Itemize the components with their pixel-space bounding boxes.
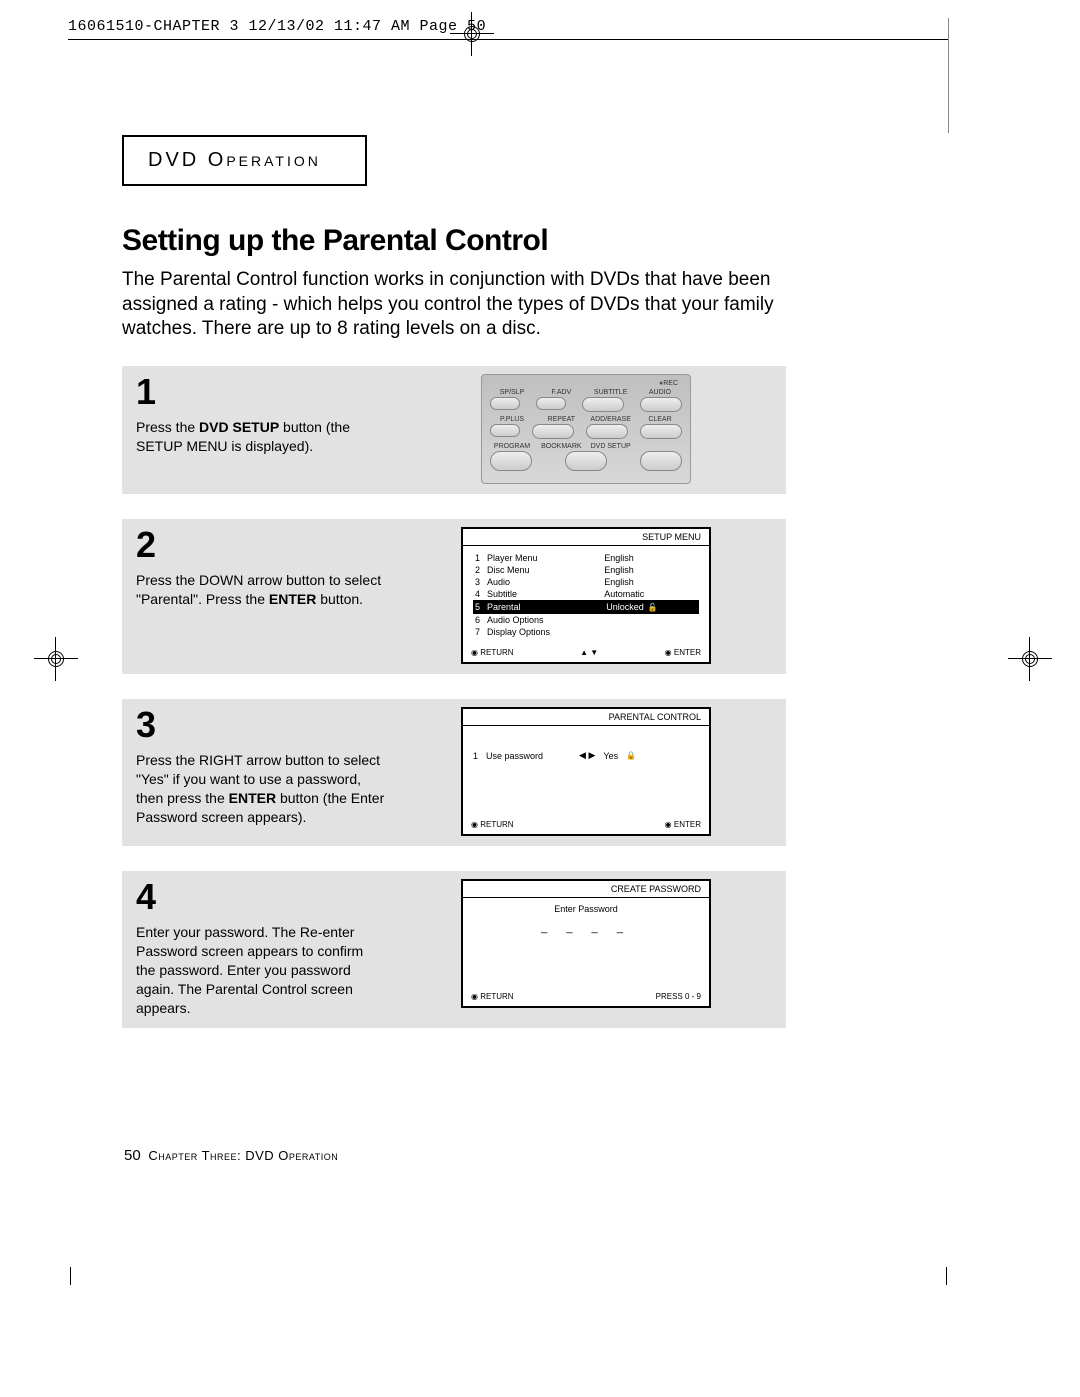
trim-line (948, 18, 949, 133)
screen-title: CREATE PASSWORD (463, 881, 709, 898)
section-header-text: DVD Operation (148, 149, 321, 171)
remote-label: P.PLUS (490, 416, 534, 423)
enter-icon: ◉ (665, 648, 672, 657)
step-number: 1 (136, 374, 386, 410)
screen-footer: ◉ RETURN PRESS 0 - 9 (463, 988, 709, 1006)
lock-icon: 🔒 (626, 751, 636, 760)
return-icon: ◉ (471, 648, 478, 657)
remote-button (490, 451, 532, 471)
step-instruction: Press the DVD SETUP button (the SETUP ME… (136, 418, 386, 456)
remote-button (586, 424, 628, 439)
step-instruction: Press the DOWN arrow button to select "P… (136, 571, 386, 609)
step-number: 3 (136, 707, 386, 743)
setup-menu-screen: SETUP MENU 1Player MenuEnglish 2Disc Men… (461, 527, 711, 664)
menu-list: 1Player MenuEnglish 2Disc MenuEnglish 3A… (473, 552, 699, 638)
remote-button (532, 424, 574, 439)
menu-item-selected: 5ParentalUnlocked 🔓 (473, 600, 699, 614)
screen-footer: ◉ RETURN ▲ ▼ ◉ ENTER (463, 644, 709, 662)
remote-label: ADD/ERASE (589, 416, 633, 423)
intro-paragraph: The Parental Control function works in c… (122, 268, 786, 342)
crop-mark (946, 1267, 947, 1285)
step-2: 2 Press the DOWN arrow button to select … (122, 519, 786, 674)
step-text-strong: ENTER (229, 790, 276, 806)
menu-label: Use password (486, 751, 543, 761)
remote-button (640, 451, 682, 471)
return-icon: ◉ (471, 820, 478, 829)
enter-icon: ◉ (665, 820, 672, 829)
remote-label: CLEAR (638, 416, 682, 423)
step-text: Press the (136, 419, 199, 435)
crop-mark (70, 1267, 71, 1285)
step-instruction: Press the RIGHT arrow button to select "… (136, 751, 386, 827)
footer-label: PRESS 0 - 9 (656, 992, 701, 1001)
section-header: DVD Operation (122, 135, 367, 186)
menu-item: 7Display Options (473, 626, 699, 638)
parental-control-screen: PARENTAL CONTROL 1 Use password ◀ ▶ Yes … (461, 707, 711, 836)
step-number: 2 (136, 527, 386, 563)
imposition-header: 16061510-CHAPTER 3 12/13/02 11:47 AM Pag… (68, 18, 948, 40)
step-instruction: Enter your password. The Re-enter Passwo… (136, 923, 386, 1017)
page-number: 50 (124, 1147, 141, 1164)
remote-button (640, 397, 682, 412)
remote-illustration: REC SP/SLP F.ADV SUBTITLE AUDIO P (481, 374, 691, 484)
remote-label: DVD SETUP (589, 443, 633, 450)
remote-button (582, 397, 624, 412)
remote-label: REPEAT (539, 416, 583, 423)
menu-num: 1 (473, 751, 478, 761)
remote-label: SUBTITLE (589, 389, 633, 396)
step-1: 1 Press the DVD SETUP button (the SETUP … (122, 366, 786, 494)
remote-label: BOOKMARK (539, 443, 583, 450)
step-text: button. (316, 591, 363, 607)
footer-label: RETURN (480, 992, 513, 1001)
step-3: 3 Press the RIGHT arrow button to select… (122, 699, 786, 846)
step-4: 4 Enter your password. The Re-enter Pass… (122, 871, 786, 1027)
screen-title: PARENTAL CONTROL (463, 709, 709, 726)
menu-item: 1 Use password ◀ ▶ Yes 🔒 (473, 732, 636, 761)
footer-text: Chapter Three: DVD Operation (148, 1148, 338, 1163)
return-icon: ◉ (471, 992, 478, 1001)
footer-label: ENTER (674, 648, 701, 657)
screen-footer: ◉ RETURN ◉ ENTER (463, 816, 709, 834)
remote-button (640, 424, 682, 439)
enter-password-label: Enter Password (473, 904, 699, 914)
remote-button (565, 451, 607, 471)
menu-item: 3AudioEnglish (473, 576, 699, 588)
footer-label: RETURN (480, 820, 513, 829)
step-text-strong: DVD SETUP (199, 419, 279, 435)
step-text-strong: ENTER (269, 591, 316, 607)
screen-title: SETUP MENU (463, 529, 709, 546)
remote-button (536, 397, 566, 410)
remote-label (638, 443, 682, 450)
create-password-screen: CREATE PASSWORD Enter Password _ _ _ _ ◉… (461, 879, 711, 1008)
remote-label: PROGRAM (490, 443, 534, 450)
register-mark-right (1008, 637, 1052, 681)
remote-label: SP/SLP (490, 389, 534, 396)
menu-value: Yes (603, 751, 618, 761)
remote-button (490, 424, 520, 437)
left-right-arrow-icon: ◀ ▶ (579, 750, 595, 761)
arrow-icons: ▲ ▼ (580, 648, 598, 657)
page-footer: 50 Chapter Three: DVD Operation (124, 1147, 338, 1164)
remote-button (490, 397, 520, 410)
footer-label: RETURN (480, 648, 513, 657)
footer-label: ENTER (674, 820, 701, 829)
password-field: _ _ _ _ (473, 922, 699, 934)
menu-item: 1Player MenuEnglish (473, 552, 699, 564)
menu-item: 6Audio Options (473, 614, 699, 626)
menu-item: 4SubtitleAutomatic (473, 588, 699, 600)
lock-icon: 🔓 (646, 601, 660, 613)
remote-label: AUDIO (638, 389, 682, 396)
step-number: 4 (136, 879, 386, 915)
remote-rec-label: REC (490, 380, 682, 387)
page-title: Setting up the Parental Control (122, 224, 786, 258)
menu-item: 2Disc MenuEnglish (473, 564, 699, 576)
remote-label: F.ADV (539, 389, 583, 396)
